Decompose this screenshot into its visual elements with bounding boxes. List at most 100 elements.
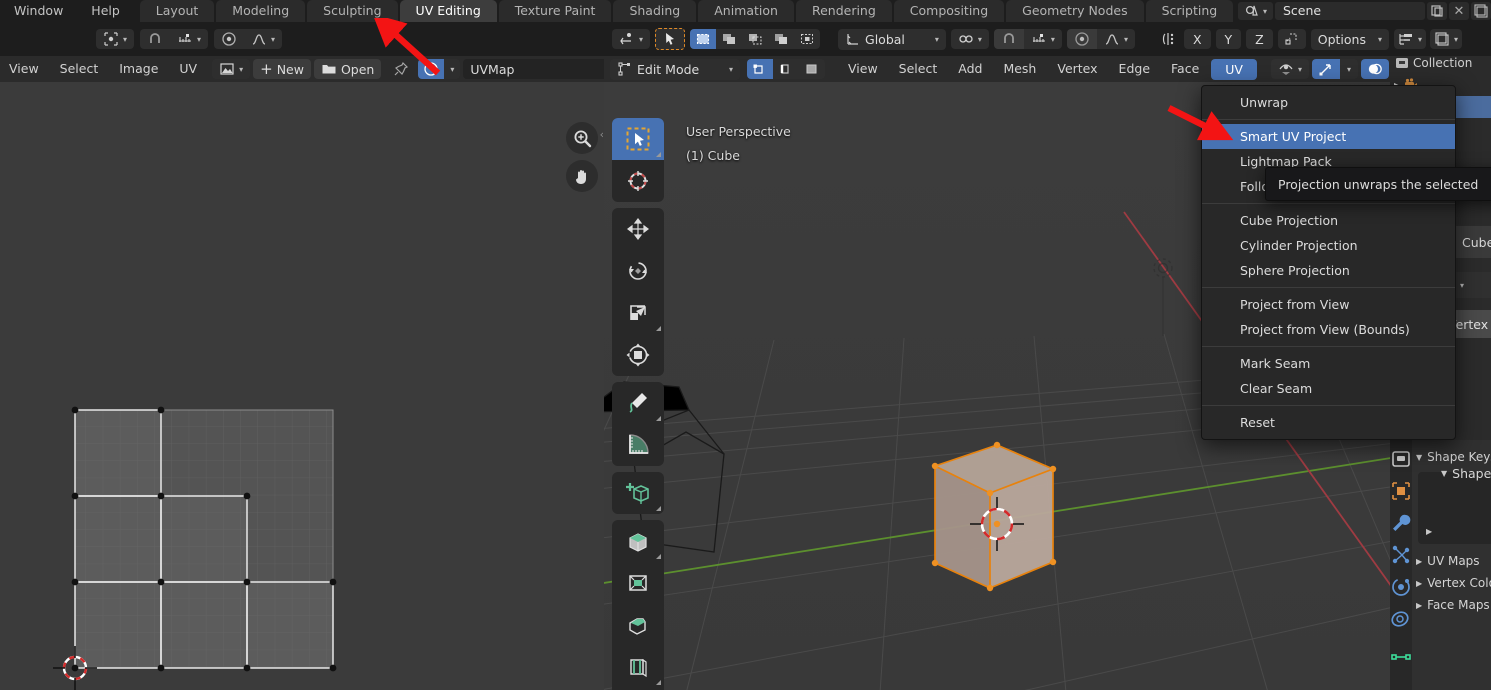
uv-menu-view[interactable]: View	[0, 56, 48, 82]
uv-menu-select[interactable]: Select	[51, 56, 108, 82]
new-image-button[interactable]: + New	[253, 59, 311, 79]
tool-add-cube[interactable]	[612, 472, 664, 514]
uv-pivot-point-button[interactable]: ▾	[96, 29, 135, 49]
uv-proportional-toggle[interactable]	[214, 29, 245, 49]
active-tool-button[interactable]: ▾	[612, 29, 651, 49]
tab-shading[interactable]: Shading	[613, 0, 697, 22]
chevron-right-icon[interactable]: ▶	[1426, 527, 1432, 536]
uv-mirror-toggle[interactable]	[1277, 29, 1306, 49]
select-subtract[interactable]	[742, 29, 769, 49]
select-tool-button[interactable]	[655, 28, 686, 50]
uv-zoom-gizmo[interactable]	[566, 122, 598, 154]
menu-item-reset[interactable]: Reset	[1202, 410, 1455, 435]
display-channel-dropdown[interactable]: ▾	[444, 59, 461, 79]
select-set-new[interactable]	[690, 29, 717, 49]
tool-measure[interactable]	[612, 424, 664, 466]
tab-modeling[interactable]: Modeling	[216, 0, 306, 22]
right-outliner-display[interactable]: ▾	[1394, 29, 1427, 49]
new-scene-button[interactable]	[1427, 2, 1447, 20]
properties-tab-particles[interactable]	[1390, 544, 1412, 566]
menu-window[interactable]: Window	[0, 0, 77, 22]
menu-item-mark-seam[interactable]: Mark Seam	[1202, 351, 1455, 376]
select-intersect[interactable]	[794, 29, 821, 49]
gizmo-toggle[interactable]	[1312, 59, 1340, 79]
tab-uv-editing[interactable]: UV Editing	[399, 0, 497, 22]
uv-menu-uv[interactable]: UV	[170, 56, 206, 82]
remove-scene-button[interactable]: ✕	[1449, 2, 1469, 20]
display-channel-button[interactable]	[418, 59, 445, 79]
falloff-button[interactable]: ▾	[1096, 29, 1135, 49]
vp-menu-edge[interactable]: Edge	[1110, 56, 1159, 82]
proportional-toggle[interactable]	[1066, 29, 1097, 49]
pin-icon[interactable]	[387, 61, 415, 77]
menu-item-cylinder-projection[interactable]: Cylinder Projection	[1202, 233, 1455, 258]
snap-magnet-toggle[interactable]	[993, 29, 1024, 49]
tab-compositing[interactable]: Compositing	[893, 0, 1005, 22]
open-image-button[interactable]: Open	[313, 59, 382, 79]
uv-editor-mode-button[interactable]: ▾	[212, 59, 251, 79]
mirror-icon[interactable]	[1157, 31, 1179, 47]
interaction-mode-button[interactable]: Edit Mode ▾	[610, 58, 740, 80]
vp-menu-select[interactable]: Select	[890, 56, 947, 82]
menu-item-sphere-projection[interactable]: Sphere Projection	[1202, 258, 1455, 283]
tab-animation[interactable]: Animation	[698, 0, 794, 22]
face-select-mode[interactable]	[799, 59, 825, 79]
uv-snap-mode-button[interactable]: ▾	[170, 29, 209, 49]
cube-object[interactable]	[931, 441, 1057, 592]
right-filter-dropdown[interactable]: ▾	[1430, 29, 1463, 49]
prop-section-face-maps[interactable]: ▶ Face Maps	[1412, 594, 1491, 616]
menu-item-smart-uv-project[interactable]: Smart UV Project	[1202, 124, 1455, 149]
vertex-select-mode[interactable]	[747, 59, 773, 79]
properties-tab-object[interactable]	[1390, 480, 1412, 502]
light-object[interactable]	[1153, 258, 1173, 336]
menu-item-unwrap[interactable]: Unwrap	[1202, 90, 1455, 115]
overlays-toggle[interactable]	[1361, 59, 1390, 79]
vp-menu-uv[interactable]: UV	[1211, 58, 1257, 80]
tool-rotate[interactable]	[612, 250, 664, 292]
tool-loop-cut[interactable]	[612, 646, 664, 688]
tool-cursor[interactable]	[612, 160, 664, 202]
vp-menu-add[interactable]: Add	[949, 56, 991, 82]
tab-layout[interactable]: Layout	[139, 0, 215, 22]
menu-item-cube-projection[interactable]: Cube Projection	[1202, 208, 1455, 233]
vp-menu-face[interactable]: Face	[1162, 56, 1208, 82]
transform-orientation-button[interactable]: Global ▾	[838, 28, 946, 50]
tool-move[interactable]	[612, 208, 664, 250]
tool-annotate[interactable]	[612, 382, 664, 424]
properties-tab-physics[interactable]	[1390, 576, 1412, 598]
select-extend[interactable]	[716, 29, 743, 49]
prop-section-vertex-colors[interactable]: ▶ Vertex Colors	[1412, 572, 1491, 594]
tab-texture-paint[interactable]: Texture Paint	[498, 0, 612, 22]
uv-pan-gizmo[interactable]	[566, 160, 598, 192]
mirror-z-toggle[interactable]: Z	[1246, 29, 1273, 49]
menu-item-project-from-view-bounds[interactable]: Project from View (Bounds)	[1202, 317, 1455, 342]
visibility-dropdown[interactable]: ▾	[1270, 59, 1309, 79]
menu-item-clear-seam[interactable]: Clear Seam	[1202, 376, 1455, 401]
tool-bevel[interactable]	[612, 604, 664, 646]
tab-rendering[interactable]: Rendering	[795, 0, 892, 22]
properties-tab-modifier[interactable]	[1390, 512, 1412, 534]
properties-tab-data[interactable]	[1390, 640, 1412, 662]
menu-item-project-from-view[interactable]: Project from View	[1202, 292, 1455, 317]
options-button[interactable]: Options ▾	[1310, 28, 1389, 50]
tab-scripting[interactable]: Scripting	[1145, 0, 1234, 22]
uv-canvas[interactable]: ‹	[0, 82, 604, 690]
snap-mode-button[interactable]: ▾	[1023, 29, 1062, 49]
uv-falloff-button[interactable]: ▾	[244, 29, 283, 49]
scene-browse-button[interactable]: ▾	[1237, 2, 1273, 20]
gizmo-dropdown[interactable]: ▾	[1340, 59, 1359, 79]
properties-tab-constraints[interactable]	[1390, 608, 1412, 630]
prop-section-uv-maps[interactable]: ▶ UV Maps	[1412, 550, 1491, 572]
pivot-point-button[interactable]: ▾	[950, 29, 989, 49]
scene-name-field[interactable]: Scene	[1275, 2, 1425, 20]
vp-menu-vertex[interactable]: Vertex	[1048, 56, 1106, 82]
view-layer-button[interactable]	[1471, 2, 1491, 20]
properties-tab-tool[interactable]	[1390, 448, 1412, 470]
vp-menu-view[interactable]: View	[839, 56, 887, 82]
mirror-x-toggle[interactable]: X	[1183, 29, 1211, 49]
mirror-y-toggle[interactable]: Y	[1215, 29, 1242, 49]
uvmap-name-field[interactable]: UVMap	[463, 59, 610, 79]
tab-geometry-nodes[interactable]: Geometry Nodes	[1006, 0, 1144, 22]
select-invert[interactable]	[768, 29, 795, 49]
uv-snap-magnet-toggle[interactable]	[140, 29, 171, 49]
